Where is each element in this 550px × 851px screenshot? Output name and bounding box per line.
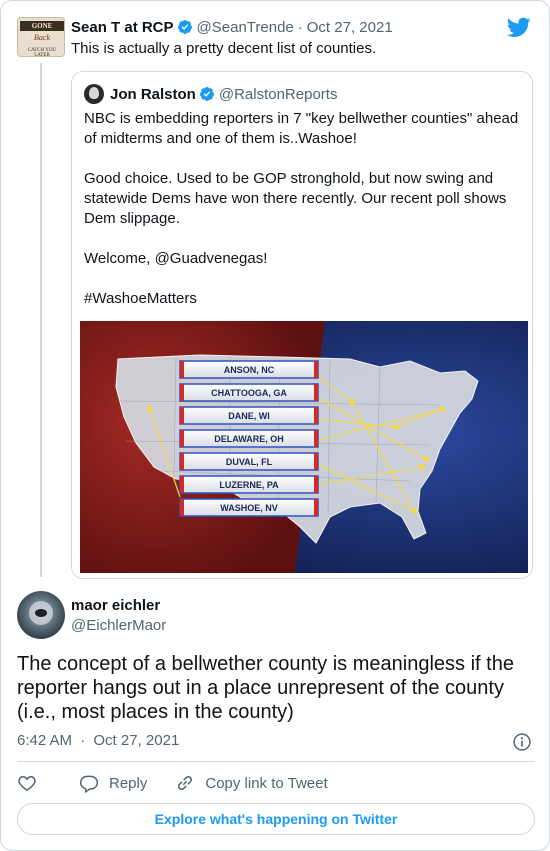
county-label: WASHOE, NV — [220, 503, 278, 513]
quoted-tweet-header: Jon Ralston @RalstonReports — [110, 84, 337, 104]
link-icon — [178, 775, 193, 791]
county-tag: ANSON, NC — [179, 360, 319, 379]
twitter-bird-icon[interactable] — [507, 15, 531, 39]
quoted-paragraph: NBC is embedding reporters in 7 "key bel… — [84, 110, 519, 147]
county-label: CHATTOOGA, GA — [211, 388, 287, 398]
reply-author-avatar[interactable] — [17, 591, 65, 639]
quoted-tweet-body: NBC is embedding reporters in 7 "key bel… — [84, 109, 524, 309]
county-tag: LUZERNE, PA — [179, 475, 319, 494]
county-label: DANE, WI — [228, 411, 270, 421]
reply-label: Reply — [109, 774, 148, 792]
county-tag: CHATTOOGA, GA — [179, 383, 319, 402]
author-handle[interactable]: @SeanTrende — [197, 19, 294, 36]
separator-dot: · — [297, 18, 303, 36]
tweet-date[interactable]: Oct 27, 2021 — [307, 19, 393, 36]
map-graphic: ANSON, NC CHATTOOGA, GA DANE, WI DELAWAR… — [80, 321, 528, 573]
embedded-tweet-card: GONE FISHING Back CATCH YOU LATER Sean T… — [0, 0, 550, 851]
quoted-author-avatar[interactable] — [84, 84, 104, 104]
verified-badge-icon — [177, 20, 192, 34]
quoted-paragraph: Good choice. Used to be GOP stronghold, … — [84, 170, 507, 227]
reply-button[interactable]: Reply — [79, 773, 147, 793]
reply-author-handle[interactable]: @EichlerMaor — [71, 617, 166, 634]
verified-badge-icon — [199, 87, 214, 101]
quoted-paragraph: Welcome, @Guadvenegas! — [84, 250, 268, 267]
avatar-sign-middle: Back — [34, 33, 50, 42]
info-icon[interactable] — [512, 732, 532, 752]
divider — [17, 761, 535, 762]
reply-bubble-icon — [79, 775, 99, 793]
tweet-timestamp[interactable]: 6:42 AM · Oct 27, 2021 — [17, 732, 179, 749]
author-avatar[interactable]: GONE FISHING Back CATCH YOU LATER — [17, 17, 65, 57]
copy-link-button[interactable]: Copy link to Tweet — [175, 773, 328, 793]
quoted-author-name[interactable]: Jon Ralston — [110, 86, 196, 103]
author-name[interactable]: Sean T at RCP — [71, 19, 174, 36]
separator-dot: · — [80, 732, 86, 749]
parent-tweet-text: This is actually a pretty decent list of… — [71, 40, 377, 57]
county-tag: DANE, WI — [179, 406, 319, 425]
reply-author-name[interactable]: maor eichler — [71, 597, 160, 614]
thread-connector-line — [40, 63, 42, 577]
tweet-time[interactable]: 6:42 AM — [17, 732, 72, 749]
quoted-tweet[interactable]: Jon Ralston @RalstonReports NBC is embed… — [71, 71, 533, 579]
county-label: DUVAL, FL — [226, 457, 273, 467]
like-button[interactable] — [17, 773, 47, 793]
quoted-hashtag: #WashoeMatters — [84, 290, 197, 307]
county-label: ANSON, NC — [224, 365, 275, 375]
parent-tweet-header: Sean T at RCP @SeanTrende · Oct 27, 2021 — [71, 17, 393, 37]
county-tag: WASHOE, NV — [179, 498, 319, 517]
avatar-sign-bottom: CATCH YOU LATER — [27, 48, 57, 57]
county-tag: DELAWARE, OH — [179, 429, 319, 448]
tweet-actions: Reply Copy link to Tweet — [17, 771, 356, 795]
county-label: LUZERNE, PA — [219, 480, 279, 490]
county-tag: DUVAL, FL — [179, 452, 319, 471]
explore-twitter-button[interactable]: Explore what's happening on Twitter — [17, 803, 535, 835]
bellwether-map-image[interactable]: ANSON, NC CHATTOOGA, GA DANE, WI DELAWAR… — [80, 321, 528, 573]
reply-tweet-text: The concept of a bellwether county is me… — [17, 653, 514, 723]
avatar-sign-top: GONE FISHING — [20, 21, 64, 40]
tweet-date[interactable]: Oct 27, 2021 — [93, 732, 179, 749]
heart-icon — [18, 775, 36, 791]
county-label: DELAWARE, OH — [214, 434, 284, 444]
copy-link-label: Copy link to Tweet — [205, 774, 328, 792]
quoted-author-handle[interactable]: @RalstonReports — [219, 86, 338, 103]
